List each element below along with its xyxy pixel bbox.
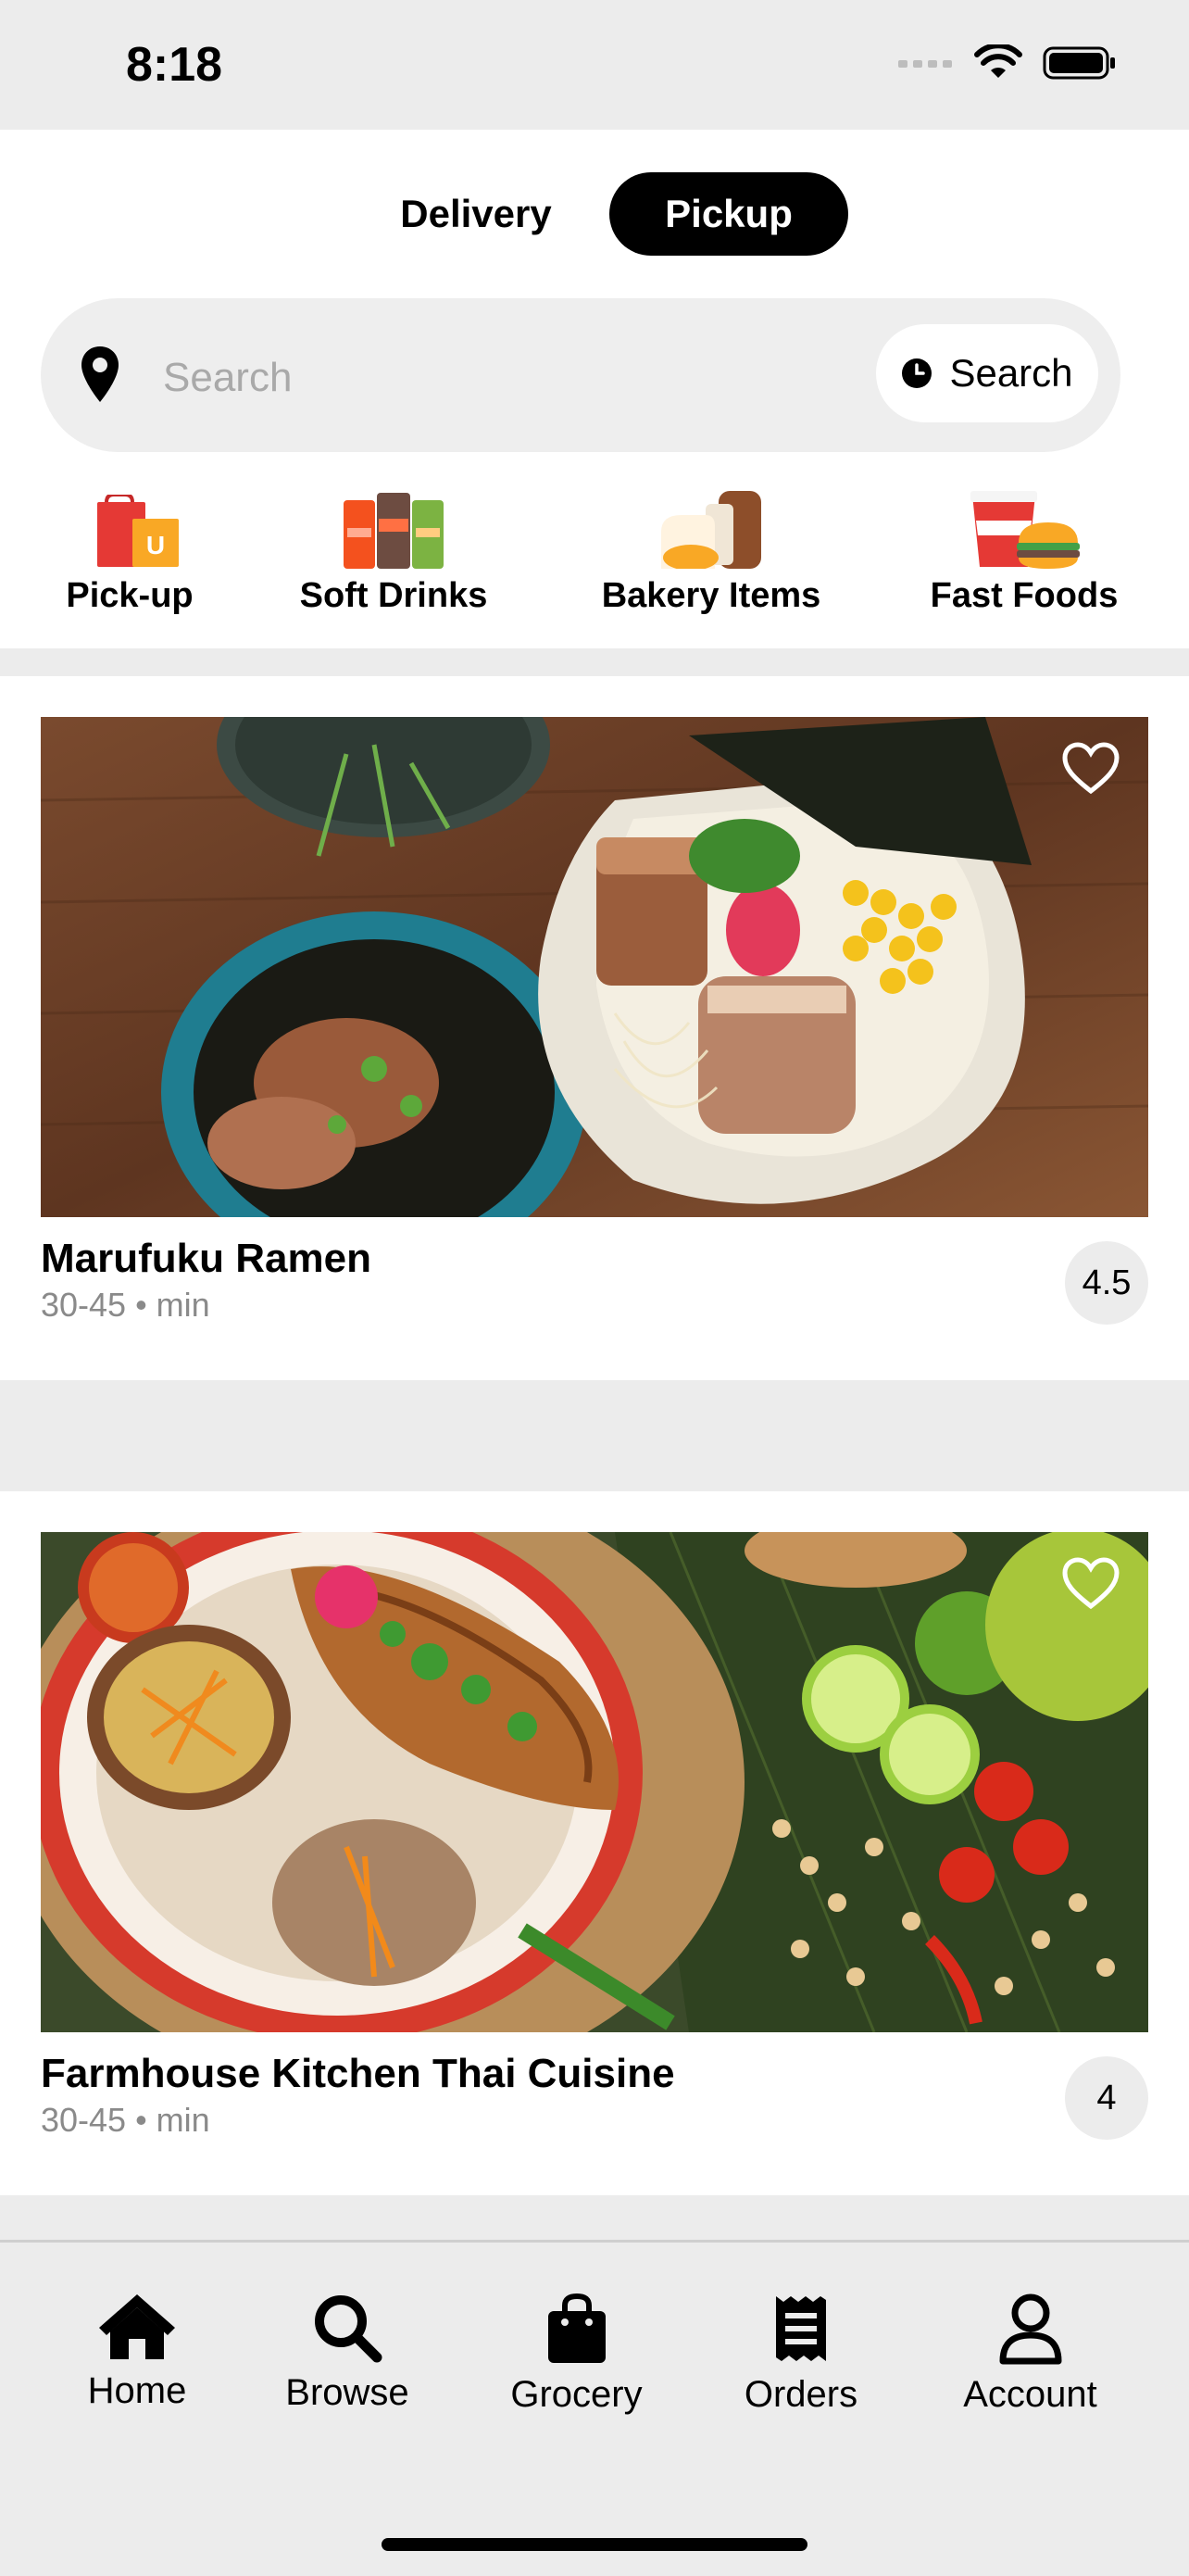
tab-home[interactable]: Home [81, 2293, 193, 2412]
favorite-heart-icon[interactable] [1061, 741, 1120, 795]
tab-label: Orders [744, 2374, 858, 2415]
schedule-search-button[interactable]: Search [876, 324, 1098, 422]
tab-label: Home [87, 2370, 187, 2411]
category-fast-foods[interactable]: Fast Foods [913, 491, 1135, 616]
tab-grocery[interactable]: Grocery [495, 2293, 657, 2416]
home-indicator [382, 2538, 807, 2551]
receipt-icon [776, 2296, 826, 2361]
wifi-icon [974, 44, 1022, 78]
clock-icon [902, 358, 932, 388]
tab-account[interactable]: Account [949, 2293, 1111, 2416]
restaurant-photo [41, 1532, 1148, 2032]
bakery-icon [661, 491, 761, 569]
tab-orders[interactable]: Orders [736, 2293, 866, 2416]
rating-badge: 4.5 [1065, 1241, 1148, 1325]
pickup-toggle[interactable]: Pickup [609, 172, 848, 256]
favorite-heart-icon[interactable] [1061, 1556, 1120, 1610]
location-pin-icon[interactable] [80, 345, 120, 404]
category-soft-drinks[interactable]: Soft Drinks [278, 491, 509, 616]
person-icon [999, 2293, 1061, 2365]
category-label: Bakery Items [601, 576, 821, 615]
restaurant-name: Marufuku Ramen [41, 1236, 371, 1281]
rating-badge: 4 [1065, 2056, 1148, 2140]
restaurant-card[interactable]: Farmhouse Kitchen Thai Cuisine 30-45 • m… [0, 1491, 1189, 2195]
tab-label: Account [963, 2374, 1097, 2415]
restaurant-photo [41, 717, 1148, 1217]
tab-label: Grocery [510, 2374, 643, 2415]
svg-text:U: U [146, 531, 165, 559]
status-bar: 8:18 [0, 0, 1189, 130]
fast-food-icon [970, 491, 1080, 569]
category-bakery-items[interactable]: Bakery Items [582, 491, 841, 616]
status-icons [898, 44, 1117, 82]
category-label: Fast Foods [930, 576, 1119, 615]
home-icon [99, 2294, 175, 2359]
shopping-bags-icon: U [97, 495, 179, 567]
status-time: 8:18 [126, 38, 223, 92]
restaurant-delivery-time: 30-45 • min [41, 1286, 210, 1324]
battery-icon [1043, 46, 1115, 80]
restaurant-card[interactable]: Marufuku Ramen 30-45 • min 4.5 [0, 676, 1189, 1380]
category-label: Pick-up [66, 576, 194, 615]
delivery-toggle[interactable]: Delivery [370, 172, 582, 256]
shopping-bag-icon [547, 2293, 606, 2363]
signal-icon [898, 60, 952, 68]
tab-label: Browse [285, 2372, 409, 2413]
search-icon [315, 2295, 382, 2363]
soft-drinks-icon [344, 493, 444, 569]
category-label: Soft Drinks [299, 576, 488, 615]
search-input[interactable] [163, 352, 830, 404]
category-pick-up[interactable]: U Pick-up [46, 491, 213, 616]
tab-browse[interactable]: Browse [273, 2293, 421, 2414]
restaurant-delivery-time: 30-45 • min [41, 2101, 210, 2139]
restaurant-name: Farmhouse Kitchen Thai Cuisine [41, 2051, 675, 2096]
schedule-search-label: Search [949, 351, 1073, 395]
